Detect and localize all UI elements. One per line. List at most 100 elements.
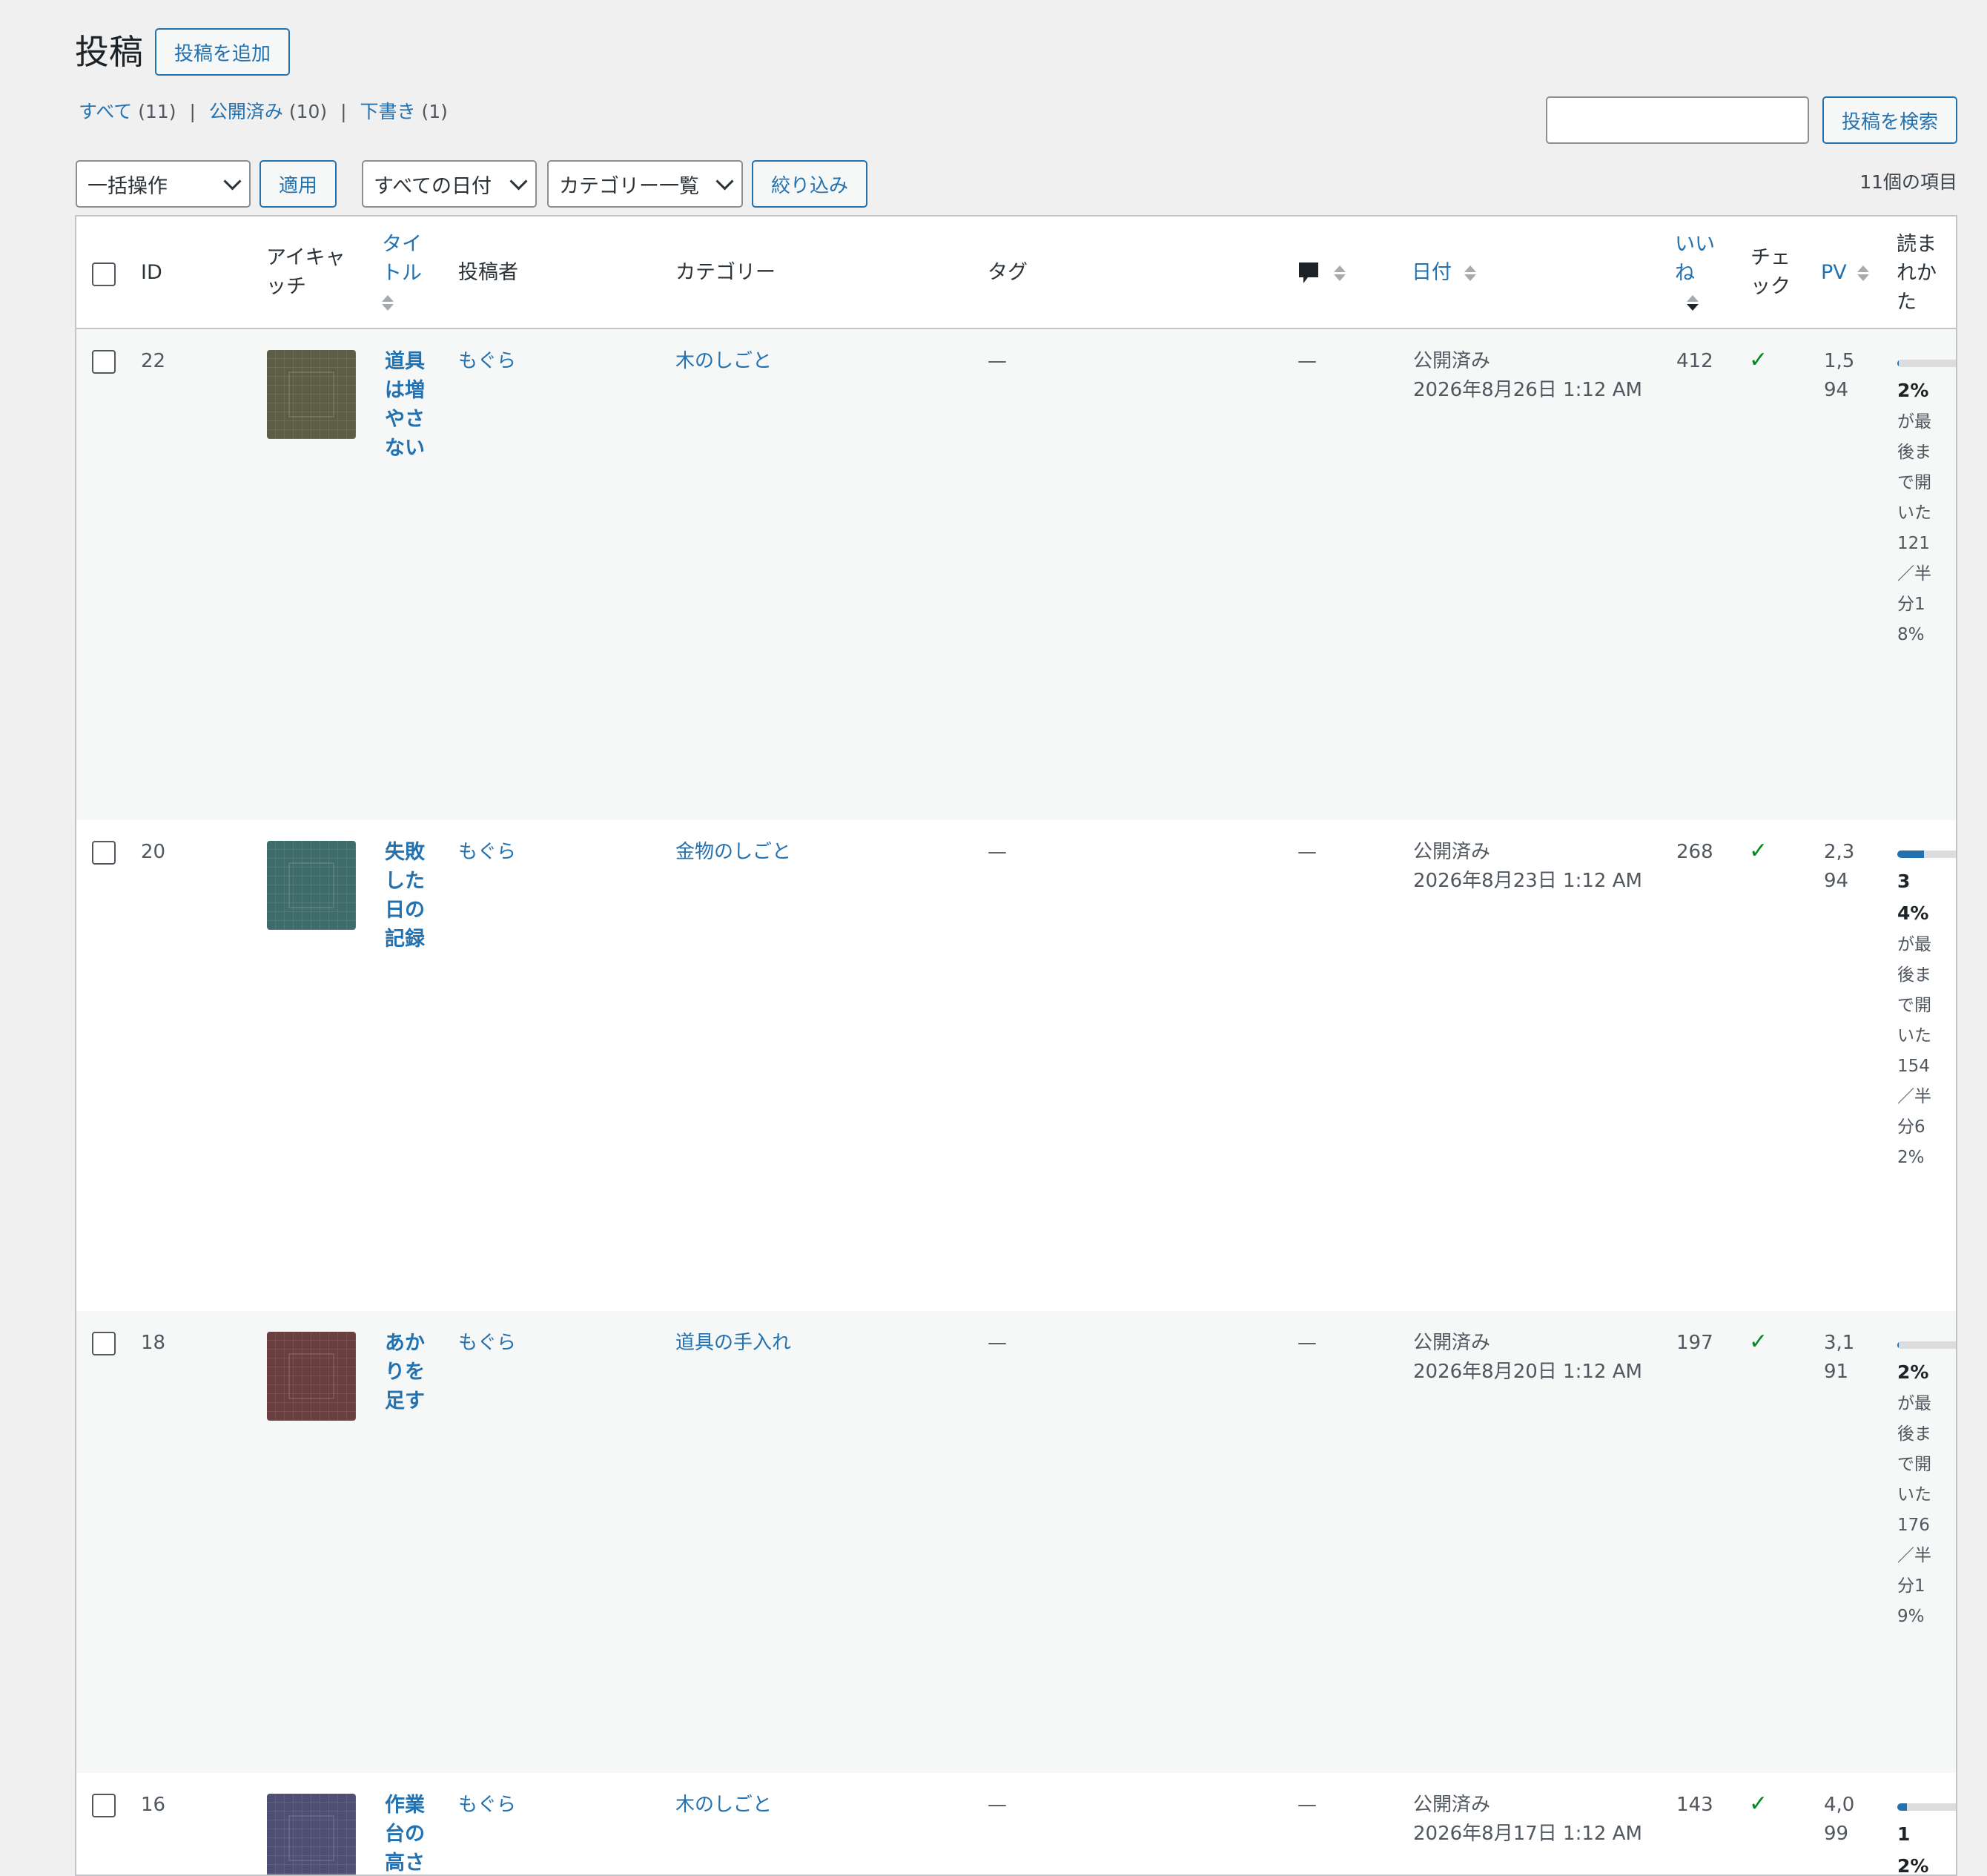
check-mark-icon: ✓ (1749, 1329, 1768, 1355)
read-stats: 34%が最後まで開いた154／半分62% (1897, 866, 1936, 1173)
column-likes: いいね (1675, 233, 1715, 285)
post-category-link[interactable]: 道具の手入れ (675, 1329, 791, 1358)
check-mark-icon: ✓ (1749, 1791, 1768, 1817)
row-checkbox[interactable] (92, 350, 116, 374)
row-checkbox[interactable] (92, 1332, 116, 1355)
date-filter-select[interactable]: すべての日付 (362, 160, 537, 208)
item-count: 11個の項目 (1859, 171, 1957, 193)
column-title: タイトル (382, 233, 422, 285)
read-count: 121 (1897, 534, 1930, 553)
read-progress-bar (1897, 851, 1956, 858)
post-comments: — (1297, 1794, 1317, 1816)
post-category-link[interactable]: 木のしごと (675, 347, 772, 376)
column-tags: タグ (988, 261, 1028, 284)
post-tags: — (988, 1332, 1007, 1354)
read-count: 154 (1897, 1057, 1930, 1076)
sort-icon (382, 295, 394, 311)
post-date: 2026年8月17日 1:12 AM (1413, 1823, 1642, 1845)
post-status: 公開済み (1413, 841, 1491, 863)
post-author-link[interactable]: もぐら (458, 838, 516, 867)
search-input[interactable] (1546, 96, 1809, 144)
post-id: 22 (141, 350, 166, 372)
table-header: ID アイキャッチ タイトル 投稿者 カテゴリー タグ 日付 いいね チェック … (76, 217, 1956, 329)
read-count: 176 (1897, 1516, 1930, 1535)
table-row: 16 作業台の高さ もぐら 木のしごと — — 公開済み 2026年8月17日 1:12 A… (76, 1773, 1956, 1875)
read-progress-fill (1897, 360, 1900, 367)
search-posts-button[interactable]: 投稿を検索 (1822, 96, 1957, 144)
read-stats: 12%が最 (1897, 1819, 1936, 1875)
post-pv: 3,191 (1824, 1332, 1855, 1383)
post-comments: — (1297, 841, 1317, 863)
column-likes-sort[interactable]: いいね (1675, 230, 1719, 317)
column-date-sort[interactable]: 日付 (1412, 258, 1476, 287)
read-text: が最後まで開いた (1897, 935, 1931, 1046)
post-date: 2026年8月23日 1:12 AM (1413, 870, 1642, 892)
post-status: 公開済み (1413, 1794, 1491, 1816)
table-row: 22 道具は増やさない もぐら 木のしごと — — 公開済み 2026年8月26日 1:12… (76, 329, 1956, 820)
row-checkbox[interactable] (92, 841, 116, 865)
read-stats: 2%が最後まで開いた176／半分19% (1897, 1357, 1936, 1632)
read-progress-fill (1897, 1341, 1900, 1349)
apply-button[interactable]: 適用 (259, 160, 337, 208)
bulk-action-label: 一括操作 (87, 174, 168, 198)
post-pv: 4,099 (1824, 1794, 1855, 1845)
post-thumbnail (267, 1332, 356, 1421)
view-separator: | (340, 101, 347, 122)
column-categories: カテゴリー (675, 261, 776, 284)
post-likes: 197 (1676, 1332, 1713, 1354)
column-comments-sort[interactable] (1297, 258, 1346, 287)
post-author-link[interactable]: もぐら (458, 347, 516, 376)
post-likes: 412 (1676, 350, 1713, 372)
post-thumbnail (267, 1794, 356, 1875)
post-thumbnail (267, 350, 356, 439)
read-text: が最後まで開いた (1897, 1394, 1931, 1505)
filter-button[interactable]: 絞り込み (752, 160, 867, 208)
post-author-link[interactable]: もぐら (458, 1791, 516, 1820)
read-percent: 2% (1897, 1361, 1929, 1383)
column-title-sort[interactable]: タイトル (382, 230, 426, 317)
read-percent: 2% (1897, 380, 1929, 401)
post-author-link[interactable]: もぐら (458, 1329, 516, 1358)
post-id: 18 (141, 1332, 166, 1354)
view-separator: | (189, 101, 196, 122)
read-progress-bar (1897, 1341, 1956, 1349)
post-date: 2026年8月20日 1:12 AM (1413, 1361, 1642, 1383)
select-all-checkbox[interactable] (92, 262, 116, 286)
read-stats: 2%が最後まで開いた121／半分18% (1897, 375, 1936, 650)
read-text: が最後まで開いた (1897, 412, 1931, 523)
post-title-link[interactable]: あかりを足す (385, 1329, 432, 1416)
post-title-link[interactable]: 作業台の高さ (385, 1791, 432, 1875)
read-progress-bar (1897, 1803, 1956, 1811)
category-filter-label: カテゴリー一覧 (559, 174, 699, 198)
view-draft-link[interactable]: 下書き (360, 101, 416, 122)
post-id: 16 (141, 1794, 166, 1816)
posts-table: ID アイキャッチ タイトル 投稿者 カテゴリー タグ 日付 いいね チェック … (75, 215, 1957, 1876)
column-check: チェック (1750, 246, 1791, 298)
chevron-down-icon (715, 171, 734, 191)
row-checkbox[interactable] (92, 1794, 116, 1817)
bulk-action-select[interactable]: 一括操作 (76, 160, 251, 208)
post-status: 公開済み (1413, 1332, 1491, 1354)
post-category-link[interactable]: 金物のしごと (675, 838, 791, 867)
read-progress-fill (1897, 851, 1924, 858)
post-title-link[interactable]: 失敗した日の記録 (385, 838, 432, 954)
post-category-link[interactable]: 木のしごと (675, 1791, 772, 1820)
sort-icon (1464, 265, 1476, 281)
view-all-link[interactable]: すべて (79, 101, 132, 122)
view-published-link[interactable]: 公開済み (209, 101, 283, 122)
column-pv-sort[interactable]: PV (1821, 258, 1870, 287)
date-filter-label: すべての日付 (374, 174, 492, 198)
post-tags: — (988, 841, 1007, 863)
sort-icon (1687, 295, 1699, 311)
read-percent: 34% (1897, 871, 1929, 924)
sort-icon (1857, 265, 1870, 281)
sort-icon (1333, 265, 1346, 281)
chevron-down-icon (509, 171, 528, 191)
post-tags: — (988, 350, 1007, 372)
page-title: 投稿 (75, 32, 143, 72)
add-new-post-button[interactable]: 投稿を追加 (155, 28, 290, 76)
category-filter-select[interactable]: カテゴリー一覧 (547, 160, 743, 208)
post-comments: — (1297, 1332, 1317, 1354)
post-title-link[interactable]: 道具は増やさない (385, 347, 432, 463)
post-tags: — (988, 1794, 1007, 1816)
